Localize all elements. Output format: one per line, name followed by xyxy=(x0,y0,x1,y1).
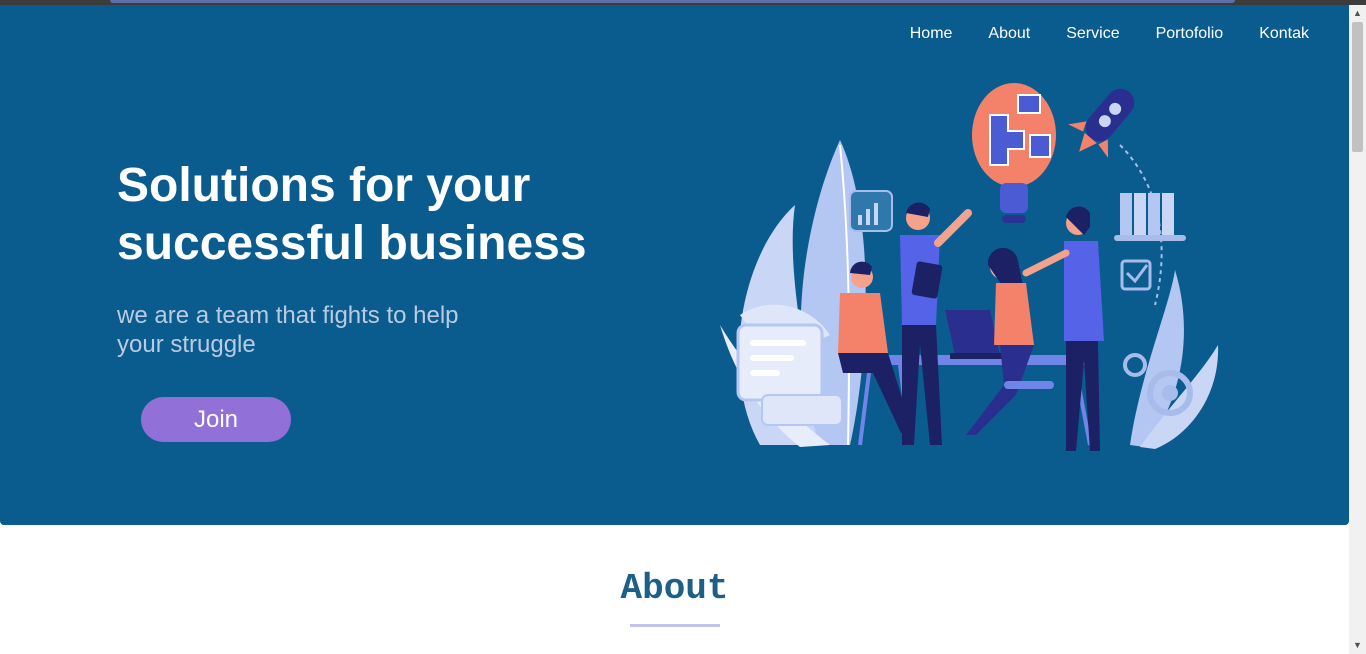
scroll-down-arrow-icon[interactable]: ▼ xyxy=(1349,637,1366,654)
scroll-up-arrow-icon[interactable]: ▲ xyxy=(1349,5,1366,22)
about-heading-underline xyxy=(630,624,720,627)
nav-item-service[interactable]: Service xyxy=(1066,24,1119,44)
main-nav: Home About Service Portofolio Kontak xyxy=(874,24,1309,44)
hero-section: Home About Service Portofolio Kontak Sol… xyxy=(0,5,1349,525)
hero-headline: Solutions for your successful business xyxy=(117,159,587,270)
nav-item-kontak[interactable]: Kontak xyxy=(1259,24,1309,44)
join-button[interactable]: Join xyxy=(141,397,291,442)
nav-item-home[interactable]: Home xyxy=(910,24,953,44)
page-scrollbar[interactable]: ▲ ▼ xyxy=(1349,5,1366,654)
about-heading: About xyxy=(620,568,729,609)
scrollbar-thumb[interactable] xyxy=(1352,22,1363,152)
hero-tagline: we are a team that fights to help your s… xyxy=(117,302,459,358)
address-bar-edge xyxy=(110,0,1235,3)
team-collaboration-illustration xyxy=(720,83,1219,451)
nav-item-about[interactable]: About xyxy=(988,24,1030,44)
nav-item-portofolio[interactable]: Portofolio xyxy=(1156,24,1224,44)
